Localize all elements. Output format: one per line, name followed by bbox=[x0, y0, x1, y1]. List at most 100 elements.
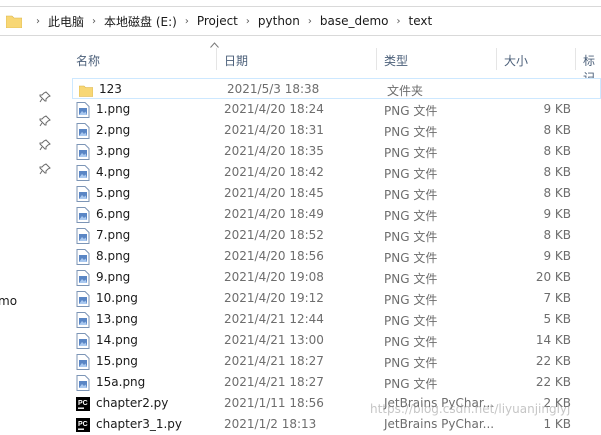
file-size: 7 KB bbox=[543, 291, 571, 305]
file-row[interactable]: 1.png 2021/4/20 18:24 PNG 文件 9 KB bbox=[70, 99, 601, 120]
file-date: 2021/4/20 18:52 bbox=[224, 228, 324, 242]
png-file-icon bbox=[76, 123, 90, 139]
file-row[interactable]: PC chapter2.py 2021/1/11 18:56 JetBrains Py… bbox=[70, 393, 601, 414]
file-date: 2021/4/20 18:24 bbox=[224, 102, 324, 116]
breadcrumb-local-disk[interactable]: 本地磁盘 (E:) bbox=[104, 13, 177, 30]
column-date-header[interactable]: 日期 bbox=[224, 52, 248, 69]
file-name: 13.png bbox=[96, 312, 138, 326]
breadcrumb-project[interactable]: Project bbox=[197, 14, 238, 28]
file-row[interactable]: 10.png 2021/4/20 19:12 PNG 文件 7 KB bbox=[70, 288, 601, 309]
file-size: 8 KB bbox=[543, 228, 571, 242]
file-row[interactable]: 3.png 2021/4/20 18:35 PNG 文件 8 KB bbox=[70, 141, 601, 162]
breadcrumb-separator[interactable]: › bbox=[177, 16, 197, 27]
file-name: chapter3_1.py bbox=[96, 417, 182, 431]
breadcrumb-separator[interactable]: › bbox=[300, 16, 320, 27]
png-file-icon bbox=[76, 291, 90, 307]
breadcrumb-base-demo[interactable]: base_demo bbox=[320, 14, 389, 28]
breadcrumb-separator[interactable]: › bbox=[389, 16, 409, 27]
file-type: PNG 文件 bbox=[384, 188, 438, 202]
breadcrumb-separator[interactable]: › bbox=[84, 16, 104, 27]
file-row[interactable]: 4.png 2021/4/20 18:42 PNG 文件 8 KB bbox=[70, 162, 601, 183]
file-row[interactable]: 2.png 2021/4/20 18:31 PNG 文件 8 KB bbox=[70, 120, 601, 141]
file-date: 2021/1/11 18:56 bbox=[224, 396, 324, 410]
folder-icon bbox=[79, 85, 93, 97]
file-type: PNG 文件 bbox=[384, 167, 438, 181]
file-date: 2021/4/21 18:27 bbox=[224, 375, 324, 389]
file-size: 8 KB bbox=[543, 165, 571, 179]
file-row[interactable]: 5.png 2021/4/20 18:45 PNG 文件 8 KB bbox=[70, 183, 601, 204]
pin-icon[interactable] bbox=[39, 115, 51, 127]
png-file-icon bbox=[76, 186, 90, 202]
file-date: 2021/4/20 18:42 bbox=[224, 165, 324, 179]
pin-icon[interactable] bbox=[39, 91, 51, 103]
address-bar[interactable]: › 此电脑 › 本地磁盘 (E:) › Project › python › b… bbox=[0, 6, 601, 36]
file-row[interactable]: 14.png 2021/4/21 13:00 PNG 文件 14 KB bbox=[70, 330, 601, 351]
file-size: 1 KB bbox=[543, 417, 571, 431]
svg-text:PC: PC bbox=[78, 400, 88, 407]
column-divider[interactable] bbox=[496, 48, 497, 70]
file-row[interactable]: 123 2021/5/3 18:38 文件夹 bbox=[72, 78, 601, 99]
file-name: 7.png bbox=[96, 228, 131, 242]
png-file-icon bbox=[76, 375, 90, 391]
file-size: 5 KB bbox=[543, 312, 571, 326]
svg-text:PC: PC bbox=[78, 421, 88, 428]
file-row[interactable]: 13.png 2021/4/21 12:44 PNG 文件 5 KB bbox=[70, 309, 601, 330]
column-size-header[interactable]: 大小 bbox=[504, 52, 528, 69]
png-file-icon bbox=[76, 270, 90, 286]
column-type-header[interactable]: 类型 bbox=[384, 52, 408, 69]
breadcrumb-text[interactable]: text bbox=[409, 14, 433, 28]
file-row[interactable]: 15a.png 2021/4/21 18:27 PNG 文件 22 KB bbox=[70, 372, 601, 393]
file-row[interactable]: 6.png 2021/4/20 18:49 PNG 文件 9 KB bbox=[70, 204, 601, 225]
file-row[interactable]: 8.png 2021/4/20 18:56 PNG 文件 9 KB bbox=[70, 246, 601, 267]
file-date: 2021/4/20 18:35 bbox=[224, 144, 324, 158]
pin-icon[interactable] bbox=[39, 163, 51, 175]
file-name: 15a.png bbox=[96, 375, 146, 389]
png-file-icon bbox=[76, 165, 90, 181]
file-date: 2021/4/20 18:49 bbox=[224, 207, 324, 221]
file-row[interactable]: PC chapter3_1.py 2021/1/2 18:13 JetBrains P… bbox=[70, 414, 601, 435]
file-date: 2021/5/3 18:38 bbox=[227, 82, 320, 96]
column-name-header[interactable]: 名称 bbox=[76, 52, 100, 69]
file-row[interactable]: 9.png 2021/4/20 19:08 PNG 文件 20 KB bbox=[70, 267, 601, 288]
column-divider[interactable] bbox=[216, 48, 217, 70]
breadcrumb-this-pc[interactable]: 此电脑 bbox=[48, 13, 84, 30]
file-row[interactable]: 7.png 2021/4/20 18:52 PNG 文件 8 KB bbox=[70, 225, 601, 246]
file-size: 22 KB bbox=[535, 354, 571, 368]
file-type: PNG 文件 bbox=[384, 125, 438, 139]
breadcrumb-python[interactable]: python bbox=[258, 14, 300, 28]
breadcrumb-separator[interactable]: › bbox=[28, 16, 48, 27]
pycharm-file-icon: PC bbox=[76, 397, 90, 411]
file-type: 文件夹 bbox=[387, 84, 424, 98]
file-size: 8 KB bbox=[543, 144, 571, 158]
file-name: 4.png bbox=[96, 165, 131, 179]
file-size: 2 KB bbox=[543, 396, 571, 410]
file-name: 10.png bbox=[96, 291, 138, 305]
pin-icon[interactable] bbox=[39, 139, 51, 151]
file-date: 2021/4/21 18:27 bbox=[224, 354, 324, 368]
png-file-icon bbox=[76, 207, 90, 223]
file-name: 14.png bbox=[96, 333, 138, 347]
breadcrumb-separator[interactable]: › bbox=[238, 16, 258, 27]
file-size: 9 KB bbox=[543, 207, 571, 221]
file-name: 8.png bbox=[96, 249, 131, 263]
file-type: PNG 文件 bbox=[384, 335, 438, 349]
column-header-row: 名称 日期 类型 大小 标记 bbox=[70, 36, 601, 85]
folder-icon bbox=[6, 15, 22, 28]
file-size: 9 KB bbox=[543, 102, 571, 116]
png-file-icon bbox=[76, 102, 90, 118]
file-date: 2021/4/20 18:45 bbox=[224, 186, 324, 200]
pycharm-file-icon: PC bbox=[76, 418, 90, 432]
file-row[interactable]: 15.png 2021/4/21 18:27 PNG 文件 22 KB bbox=[70, 351, 601, 372]
file-type: JetBrains PyChar... bbox=[384, 396, 495, 410]
nav-item-label[interactable]: mo bbox=[0, 294, 17, 308]
file-type: JetBrains PyChar... bbox=[384, 417, 495, 431]
column-divider[interactable] bbox=[376, 48, 377, 70]
file-name: 15.png bbox=[96, 354, 138, 368]
png-file-icon bbox=[76, 249, 90, 265]
file-name: chapter2.py bbox=[96, 396, 169, 410]
file-name: 3.png bbox=[96, 144, 131, 158]
column-divider[interactable] bbox=[575, 48, 576, 70]
file-date: 2021/4/20 19:12 bbox=[224, 291, 324, 305]
file-date: 2021/4/21 12:44 bbox=[224, 312, 324, 326]
file-date: 2021/4/20 18:31 bbox=[224, 123, 324, 137]
